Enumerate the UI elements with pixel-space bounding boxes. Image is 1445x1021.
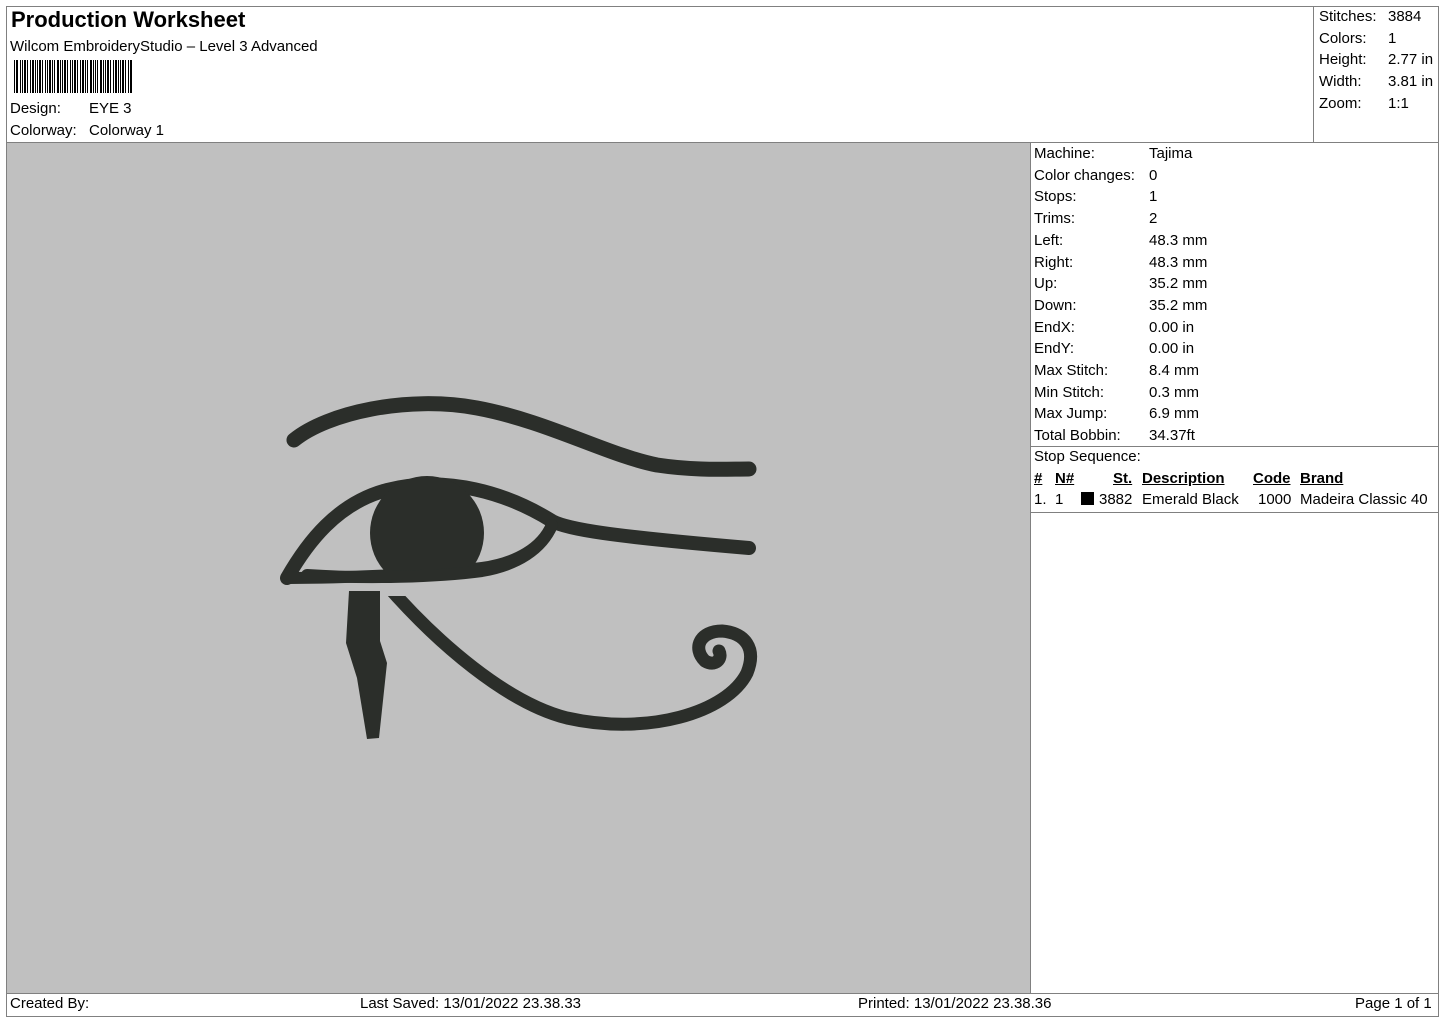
down-value: 35.2 mm (1149, 296, 1208, 314)
total-bobbin-label: Total Bobbin: (1034, 427, 1121, 445)
height-label: Height: (1319, 51, 1367, 69)
row-brand: Madeira Classic 40 (1300, 491, 1428, 508)
footer-divider (6, 993, 1439, 994)
column-header-number: # (1034, 470, 1043, 487)
width-label: Width: (1319, 73, 1362, 91)
row-number: 1. (1034, 491, 1047, 508)
colors-value: 1 (1388, 29, 1397, 47)
down-label: Down: (1034, 296, 1077, 314)
color-swatch (1081, 492, 1094, 505)
page-number: Page 1 of 1 (1355, 995, 1432, 1012)
stops-label: Stops: (1034, 188, 1077, 206)
right-label: Right: (1034, 253, 1074, 271)
min-stitch-value: 0.3 mm (1149, 383, 1200, 401)
machine-value: Tajima (1149, 145, 1193, 162)
table-row: 1. 1 3882 Emerald Black 1000 Madeira Cla… (1030, 491, 1439, 511)
up-value: 35.2 mm (1149, 275, 1208, 293)
printed-date: Printed: 13/01/2022 23.38.36 (858, 995, 1052, 1012)
stop-sequence-divider (1030, 512, 1439, 513)
design-preview (7, 143, 1030, 993)
stitches-label: Stitches: (1319, 8, 1377, 25)
color-changes-value: 0 (1149, 166, 1158, 184)
row-needle: 1 (1055, 491, 1064, 508)
endy-value: 0.00 in (1149, 340, 1195, 358)
endx-value: 0.00 in (1149, 318, 1195, 336)
barcode-icon (14, 60, 132, 93)
column-header-description: Description (1142, 470, 1225, 487)
min-stitch-label: Min Stitch: (1034, 383, 1105, 401)
stops-value: 1 (1149, 188, 1158, 206)
column-header-stitches: St. (1113, 470, 1133, 487)
colors-label: Colors: (1319, 29, 1367, 47)
colorway-label: Colorway: (10, 122, 77, 139)
design-label: Design: (10, 100, 61, 117)
row-stitches: 3882 (1099, 491, 1133, 508)
summary-divider (1313, 6, 1314, 143)
width-value: 3.81 in (1388, 73, 1434, 91)
up-label: Up: (1034, 275, 1058, 293)
row-description: Emerald Black (1142, 491, 1239, 508)
last-saved: Last Saved: 13/01/2022 23.38.33 (360, 995, 582, 1012)
zoom-label: Zoom: (1319, 94, 1362, 112)
endy-label: EndY: (1034, 340, 1075, 358)
summary-panel: Stitches: 3884 Colors: 1 Height: 2.77 in… (1319, 6, 1437, 116)
machine-label: Machine: (1034, 145, 1095, 162)
software-name: Wilcom EmbroideryStudio – Level 3 Advanc… (10, 38, 318, 55)
trims-value: 2 (1149, 210, 1158, 228)
page-title: Production Worksheet (11, 7, 246, 32)
stitches-value: 3884 (1388, 8, 1422, 25)
stop-sequence-label: Stop Sequence: (1034, 448, 1141, 465)
row-code: 1000 (1258, 491, 1292, 508)
eye-of-horus-icon (280, 396, 758, 739)
colorway-value: Colorway 1 (89, 122, 165, 139)
trims-label: Trims: (1034, 210, 1076, 228)
left-label: Left: (1034, 231, 1064, 249)
zoom-value: 1:1 (1388, 94, 1409, 112)
design-value: EYE 3 (89, 100, 132, 117)
max-stitch-label: Max Stitch: (1034, 362, 1109, 379)
max-jump-value: 6.9 mm (1149, 405, 1200, 423)
side-panel-divider (1030, 142, 1031, 994)
column-header-needle: N# (1055, 470, 1075, 487)
created-by: Created By: (10, 995, 90, 1012)
machine-info-panel: Machine: Tajima Color changes: 0 Stops: … (1034, 143, 1434, 447)
right-value: 48.3 mm (1149, 253, 1208, 271)
left-value: 48.3 mm (1149, 231, 1208, 249)
color-changes-label: Color changes: (1034, 166, 1135, 184)
column-header-code: Code (1253, 470, 1291, 487)
column-header-brand: Brand (1300, 470, 1344, 487)
height-value: 2.77 in (1388, 51, 1434, 69)
total-bobbin-value: 34.37ft (1149, 427, 1195, 445)
max-jump-label: Max Jump: (1034, 405, 1108, 423)
max-stitch-value: 8.4 mm (1149, 362, 1200, 379)
endx-label: EndX: (1034, 318, 1075, 336)
